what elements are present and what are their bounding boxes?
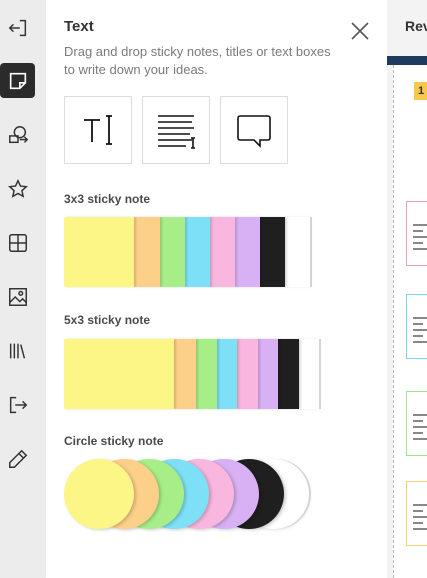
sticky-swatch[interactable] (259, 217, 285, 287)
sticky-note-icon (9, 72, 26, 89)
sticky-note-tool-button[interactable] (0, 63, 35, 98)
import-icon (9, 396, 27, 413)
sticky-swatch[interactable] (215, 339, 237, 409)
panel-title: Text (64, 18, 94, 35)
toolbar-rail (0, 0, 46, 578)
image-icon (8, 287, 27, 306)
text-block-tool-button[interactable] (142, 96, 210, 164)
speech-bubble-tool-icon (237, 115, 271, 148)
sticky-swatch[interactable] (284, 217, 310, 287)
sticky-swatch[interactable] (235, 339, 258, 409)
sticky-swatch[interactable] (64, 217, 134, 287)
library-icon (9, 343, 25, 359)
text-tool-icon (84, 115, 112, 145)
canvas-card-line (413, 335, 423, 337)
text-panel: Text Drag and drop sticky notes, titles … (46, 0, 387, 578)
image-tool-button[interactable] (0, 279, 35, 314)
sticky-swatch[interactable] (174, 339, 196, 409)
canvas-card-line (413, 528, 427, 530)
sticky-3x3-label: 3x3 sticky note (64, 192, 151, 206)
shapes-icon (8, 125, 28, 143)
sticky-swatch[interactable] (64, 339, 174, 409)
canvas-card-line (413, 438, 427, 440)
shapes-tool-button[interactable] (0, 117, 35, 152)
canvas-card-line (413, 504, 427, 506)
canvas-card-line (413, 426, 427, 428)
canvas-card[interactable] (406, 481, 427, 546)
sticky-swatch[interactable] (134, 217, 160, 287)
grid-icon (8, 233, 27, 252)
sticky-3x3-row (64, 217, 310, 287)
sticky-swatch[interactable] (276, 339, 299, 409)
speech-bubble-tool-button[interactable] (220, 96, 288, 164)
sticky-5x3-label: 5x3 sticky note (64, 313, 151, 327)
canvas-tab[interactable]: Rev (405, 18, 427, 34)
exit-icon (8, 19, 26, 36)
sticky-swatch[interactable] (256, 339, 278, 409)
exit-button[interactable] (0, 10, 35, 45)
sticky-swatch[interactable] (234, 217, 260, 287)
text-block-tool-icon (158, 115, 195, 149)
canvas-card-line (413, 516, 427, 518)
circle-sticky-row (64, 459, 314, 529)
text-tool-button[interactable] (64, 96, 132, 164)
canvas-card[interactable] (406, 201, 427, 266)
canvas-card-line (413, 522, 423, 524)
canvas-card[interactable] (406, 391, 427, 456)
canvas-card[interactable] (406, 294, 427, 359)
library-tool-button[interactable] (0, 333, 35, 368)
pencil-tool-button[interactable] (0, 441, 35, 476)
canvas-card-line (413, 317, 427, 319)
sticky-swatch[interactable] (64, 459, 134, 529)
grid-tool-button[interactable] (0, 225, 35, 260)
panel-description: Drag and drop sticky notes, titles or te… (64, 44, 331, 77)
canvas-card-line (413, 242, 423, 244)
star-icon (7, 178, 28, 198)
canvas-header-bar (387, 56, 427, 65)
canvas-card-line (413, 323, 423, 325)
canvas-card-line (413, 236, 427, 238)
sticky-swatch[interactable] (184, 217, 210, 287)
favorites-tool-button[interactable] (0, 171, 35, 206)
sticky-swatch[interactable] (194, 339, 217, 409)
close-button[interactable] (350, 21, 370, 41)
sticky-swatch[interactable] (209, 217, 235, 287)
canvas-card-line (413, 510, 423, 512)
canvas-card-line (413, 248, 427, 250)
sticky-swatch[interactable] (159, 217, 185, 287)
pencil-icon (8, 449, 27, 468)
canvas-card-line (413, 432, 423, 434)
canvas-badge: 1 (414, 82, 427, 100)
canvas-card-line (413, 414, 427, 416)
sticky-5x3-row (64, 339, 322, 409)
circle-sticky-label: Circle sticky note (64, 434, 164, 448)
sticky-swatch[interactable] (297, 339, 319, 409)
canvas-card-line (413, 230, 423, 232)
board-canvas[interactable]: Rev 1 (387, 0, 427, 578)
import-tool-button[interactable] (0, 387, 35, 422)
canvas-card-line (413, 224, 427, 226)
canvas-card-line (413, 341, 427, 343)
close-icon (351, 22, 369, 40)
canvas-card-line (413, 329, 427, 331)
canvas-card-line (413, 420, 423, 422)
